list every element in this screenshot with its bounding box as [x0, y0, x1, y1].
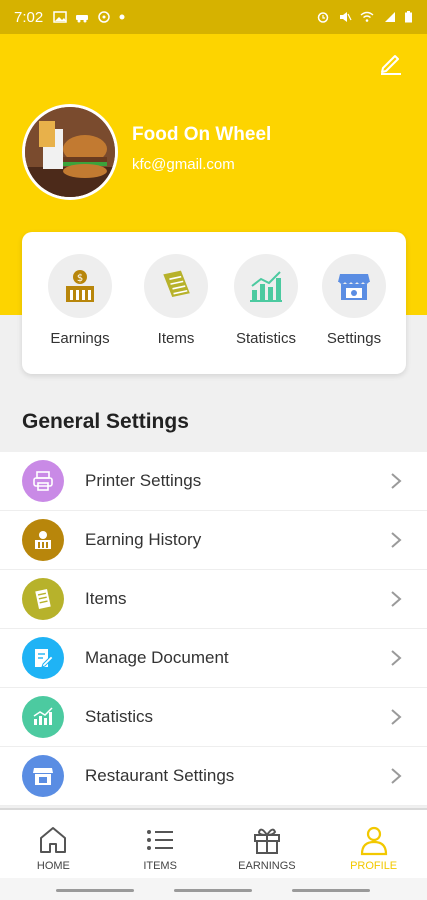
restaurant-email: kfc@gmail.com: [132, 156, 235, 173]
chevron-right-icon: [391, 591, 402, 607]
restaurant-name: Food On Wheel: [132, 124, 272, 145]
status-bar: 7:02: [0, 0, 427, 34]
general-settings-title: General Settings: [22, 410, 189, 433]
settings-row-restaurant-settings[interactable]: Restaurant Settings: [0, 747, 427, 806]
steering-icon: [98, 11, 110, 23]
bar-chart-icon: [22, 696, 64, 738]
nav-label: EARNINGS: [238, 860, 296, 872]
storefront-icon: [22, 755, 64, 797]
chevron-right-icon: [391, 650, 402, 666]
burger-image: [25, 107, 115, 197]
quick-action-earnings[interactable]: $ Earnings: [32, 254, 128, 347]
chevron-right-icon: [391, 709, 402, 725]
settings-list: Printer Settings Earning History Items M…: [0, 452, 427, 806]
settings-row-printer[interactable]: Printer Settings: [0, 452, 427, 511]
money-bag-icon: [22, 519, 64, 561]
alarm-icon: [317, 12, 329, 23]
restaurant-avatar[interactable]: [22, 104, 118, 200]
quick-actions-card: $ Earnings Items Statistics Settings: [22, 232, 406, 374]
svg-text:$: $: [77, 273, 83, 284]
quick-action-label: Settings: [326, 330, 382, 347]
edit-document-icon: [22, 637, 64, 679]
mute-icon: [340, 12, 352, 22]
settings-row-statistics[interactable]: Statistics: [0, 688, 427, 747]
system-nav-recents[interactable]: [292, 889, 370, 892]
nav-label: ITEMS: [143, 860, 177, 872]
document-list-icon: [163, 270, 190, 298]
money-bag-icon: $: [66, 270, 94, 302]
quick-action-icon-bg: [144, 254, 208, 318]
nav-item-profile[interactable]: PROFILE: [320, 810, 427, 880]
settings-row-items[interactable]: Items: [0, 570, 427, 629]
settings-row-label: Items: [85, 589, 127, 608]
settings-row-label: Statistics: [85, 707, 154, 726]
home-icon: [40, 827, 67, 853]
car-icon: [76, 15, 89, 23]
system-nav-home[interactable]: [174, 889, 252, 892]
gallery-icon: [53, 11, 67, 23]
signal-icon: [385, 12, 395, 22]
nav-item-items[interactable]: ITEMS: [107, 810, 214, 880]
chevron-right-icon: [391, 768, 402, 784]
status-time: 7:02: [14, 8, 44, 26]
quick-action-icon-bg: [234, 254, 298, 318]
quick-action-label: Items: [157, 330, 195, 347]
dot-icon: [119, 14, 125, 20]
nav-item-earnings[interactable]: EARNINGS: [214, 810, 321, 880]
nav-label: HOME: [36, 860, 70, 872]
settings-row-label: Earning History: [85, 530, 202, 549]
quick-action-items[interactable]: Items: [128, 254, 224, 347]
storefront-icon: [338, 274, 370, 300]
battery-icon: [405, 11, 412, 23]
quick-action-settings[interactable]: Settings: [306, 254, 402, 347]
nav-item-home[interactable]: HOME: [0, 810, 107, 880]
gift-icon: [253, 828, 280, 854]
bar-chart-icon: [250, 271, 282, 302]
user-icon: [360, 826, 387, 856]
system-nav-back[interactable]: [56, 889, 134, 892]
system-nav-bar: [0, 878, 427, 900]
document-list-icon: [22, 578, 64, 620]
settings-row-label: Manage Document: [85, 648, 229, 667]
settings-row-label: Restaurant Settings: [85, 766, 235, 785]
chevron-right-icon: [391, 532, 402, 548]
wifi-icon: [360, 11, 374, 22]
quick-action-label: Statistics: [235, 330, 296, 347]
quick-action-label: Earnings: [50, 330, 110, 347]
settings-row-earning-history[interactable]: Earning History: [0, 511, 427, 570]
bottom-nav: HOME ITEMS EARNINGS PROFILE: [0, 808, 427, 880]
nav-label: PROFILE: [350, 860, 398, 872]
quick-action-icon-bg: [322, 254, 386, 318]
pencil-icon[interactable]: [377, 48, 405, 76]
quick-action-statistics[interactable]: Statistics: [218, 254, 314, 347]
printer-icon: [22, 460, 64, 502]
settings-row-label: Printer Settings: [85, 471, 202, 490]
quick-action-icon-bg: $: [48, 254, 112, 318]
settings-row-manage-document[interactable]: Manage Document: [0, 629, 427, 688]
list-icon: [147, 830, 174, 850]
chevron-right-icon: [391, 473, 402, 489]
